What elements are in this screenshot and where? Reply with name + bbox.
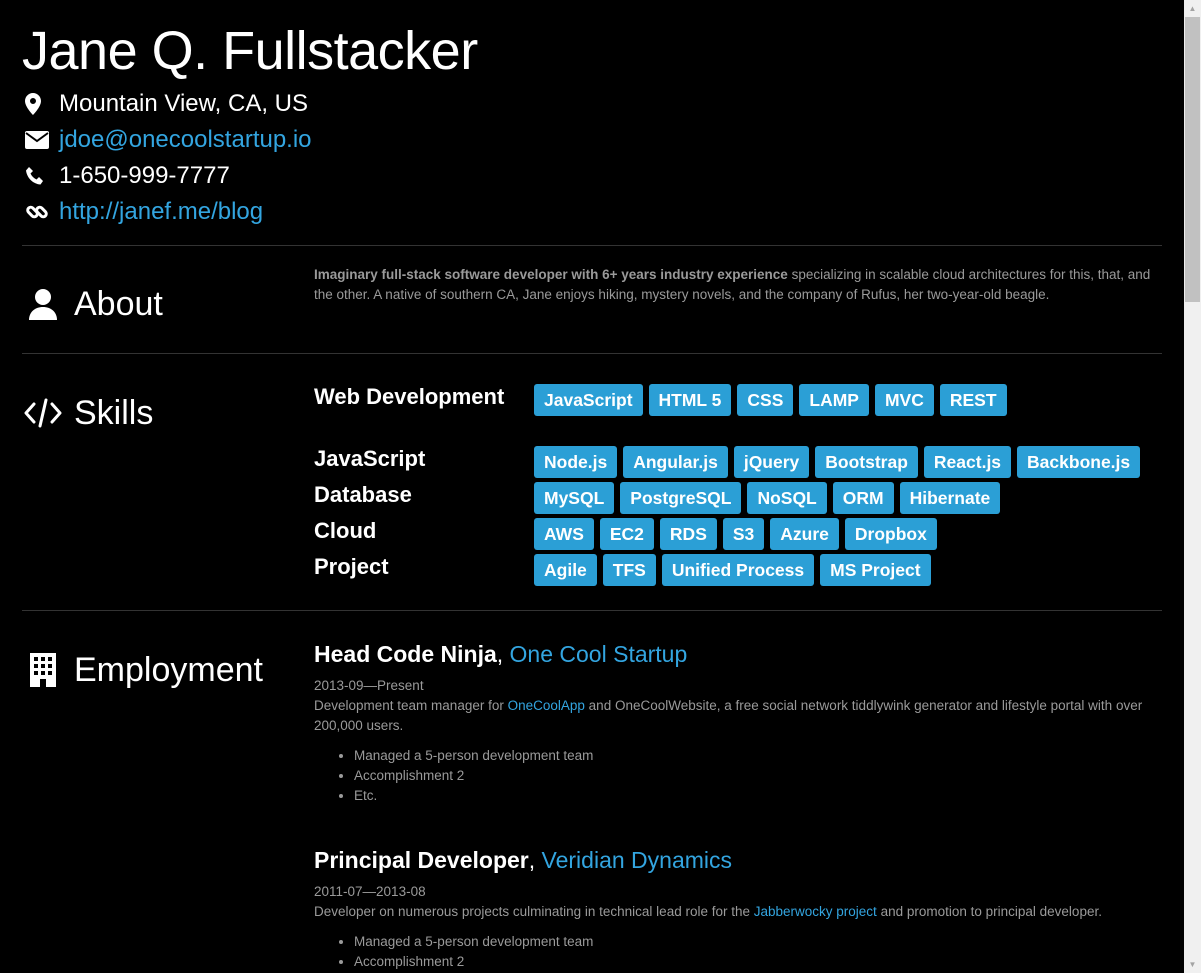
skill-group-label: Database: [314, 482, 412, 507]
skill-group-label: Project: [314, 554, 389, 579]
divider: [22, 610, 1162, 611]
skill-keyword: React.js: [923, 446, 1012, 478]
list-item: Accomplishment 2: [354, 952, 593, 972]
skill-keywords: Node.js Angular.js jQuery Bootstrap Reac…: [534, 446, 1141, 478]
skill-keyword: AWS: [534, 518, 594, 550]
skill-keyword: Agile: [534, 554, 597, 586]
website-link[interactable]: http://janef.me/blog: [59, 198, 263, 226]
skill-keyword: Dropbox: [844, 518, 937, 550]
skill-keyword: RDS: [659, 518, 717, 550]
page-title: Jane Q. Fullstacker: [22, 21, 478, 81]
skill-keyword: REST: [939, 384, 1007, 416]
contact-email: jdoe@onecoolstartup.io: [22, 122, 312, 158]
skill-keyword: S3: [722, 518, 765, 550]
list-item: Managed a 5-person development team: [354, 932, 593, 952]
scroll-up-arrow-icon[interactable]: ▲: [1184, 0, 1201, 17]
scroll-down-arrow-icon[interactable]: ▼: [1184, 956, 1201, 973]
summary-link[interactable]: OneCoolApp: [508, 698, 585, 713]
job-title: Head Code Ninja, One Cool Startup: [314, 639, 687, 669]
employment-title: Employment: [74, 651, 263, 689]
link-icon: [25, 200, 55, 224]
skill-keywords: AWS EC2 RDS S3 Azure Dropbox: [534, 518, 937, 550]
skill-keyword: NoSQL: [747, 482, 827, 514]
skill-keyword: MS Project: [820, 554, 931, 586]
company-link[interactable]: One Cool Startup: [510, 641, 688, 667]
skill-keyword: PostgreSQL: [620, 482, 742, 514]
job-dates: 2011-07—2013-08: [314, 884, 426, 899]
list-item: Etc.: [354, 786, 593, 806]
skill-group-label: Web Development: [314, 384, 505, 409]
skill-keywords: MySQL PostgreSQL NoSQL ORM Hibernate: [534, 482, 1001, 514]
skill-keywords: JavaScript HTML 5 CSS LAMP MVC REST: [534, 384, 1007, 416]
contact-location: Mountain View, CA, US: [22, 86, 308, 122]
location-text: Mountain View, CA, US: [59, 90, 309, 117]
skill-keyword: Hibernate: [899, 482, 1001, 514]
about-title: About: [74, 285, 163, 323]
job-title: Principal Developer, Veridian Dynamics: [314, 845, 732, 875]
code-icon: [22, 395, 64, 431]
divider: [22, 245, 1162, 246]
map-marker-icon: [25, 92, 55, 116]
skill-keyword: MySQL: [534, 482, 615, 514]
building-icon: [22, 652, 64, 688]
envelope-icon: [25, 128, 55, 152]
section-employment-heading: Employment: [22, 650, 263, 690]
skill-keyword: MVC: [874, 384, 934, 416]
skill-keyword: JavaScript: [534, 384, 643, 416]
phone-text: 1-650-999-7777: [59, 162, 230, 189]
skill-keyword: CSS: [737, 384, 794, 416]
list-item: Accomplishment 2: [354, 766, 593, 786]
skill-keyword: LAMP: [799, 384, 869, 416]
user-icon: [22, 286, 64, 322]
job-highlights: Managed a 5-person development team Acco…: [314, 932, 593, 972]
skill-keyword: Unified Process: [661, 554, 815, 586]
scrollbar-thumb[interactable]: [1185, 17, 1200, 302]
resume-page: Jane Q. Fullstacker Mountain View, CA, U…: [22, 0, 1162, 973]
divider: [22, 353, 1162, 354]
title-separator: ,: [528, 847, 542, 873]
email-link[interactable]: jdoe@onecoolstartup.io: [59, 126, 312, 154]
skill-keywords: Agile TFS Unified Process MS Project: [534, 554, 931, 586]
vertical-scrollbar[interactable]: ▲ ▼: [1184, 0, 1201, 973]
phone-icon: [25, 164, 55, 188]
section-skills-heading: Skills: [22, 393, 153, 433]
skill-keyword: Angular.js: [623, 446, 728, 478]
skill-keyword: Bootstrap: [815, 446, 918, 478]
title-separator: ,: [496, 641, 510, 667]
job-position: Principal Developer: [314, 847, 529, 873]
skill-keyword: jQuery: [733, 446, 810, 478]
list-item: Managed a 5-person development team: [354, 746, 593, 766]
skill-keyword: EC2: [599, 518, 654, 550]
skill-group-label: JavaScript: [314, 446, 426, 471]
contact-phone: 1-650-999-7777: [22, 158, 230, 194]
job-summary-pre: Developer on numerous projects culminati…: [314, 904, 754, 919]
job-position: Head Code Ninja: [314, 641, 497, 667]
skill-keyword: Backbone.js: [1017, 446, 1141, 478]
skill-keyword: Node.js: [534, 446, 618, 478]
skill-group-label: Cloud: [314, 518, 377, 543]
job-summary-pre: Development team manager for: [314, 698, 508, 713]
job-highlights: Managed a 5-person development team Acco…: [314, 746, 593, 806]
job-summary: Development team manager for OneCoolApp …: [314, 696, 1154, 736]
section-about-heading: About: [22, 284, 163, 324]
job-dates: 2013-09—Present: [314, 678, 424, 693]
job-summary: Developer on numerous projects culminati…: [314, 902, 1154, 922]
contact-website: http://janef.me/blog: [22, 194, 263, 230]
job-summary-post: and promotion to principal developer.: [876, 904, 1102, 919]
skill-keyword: Azure: [770, 518, 839, 550]
skill-keyword: HTML 5: [648, 384, 732, 416]
skills-title: Skills: [74, 394, 154, 432]
about-summary-bold: Imaginary full-stack software developer …: [314, 267, 788, 282]
skill-keyword: TFS: [602, 554, 656, 586]
summary-link[interactable]: Jabberwocky project: [754, 904, 877, 919]
skill-keyword: ORM: [832, 482, 894, 514]
about-summary: Imaginary full-stack software developer …: [314, 265, 1162, 305]
company-link[interactable]: Veridian Dynamics: [542, 847, 732, 873]
